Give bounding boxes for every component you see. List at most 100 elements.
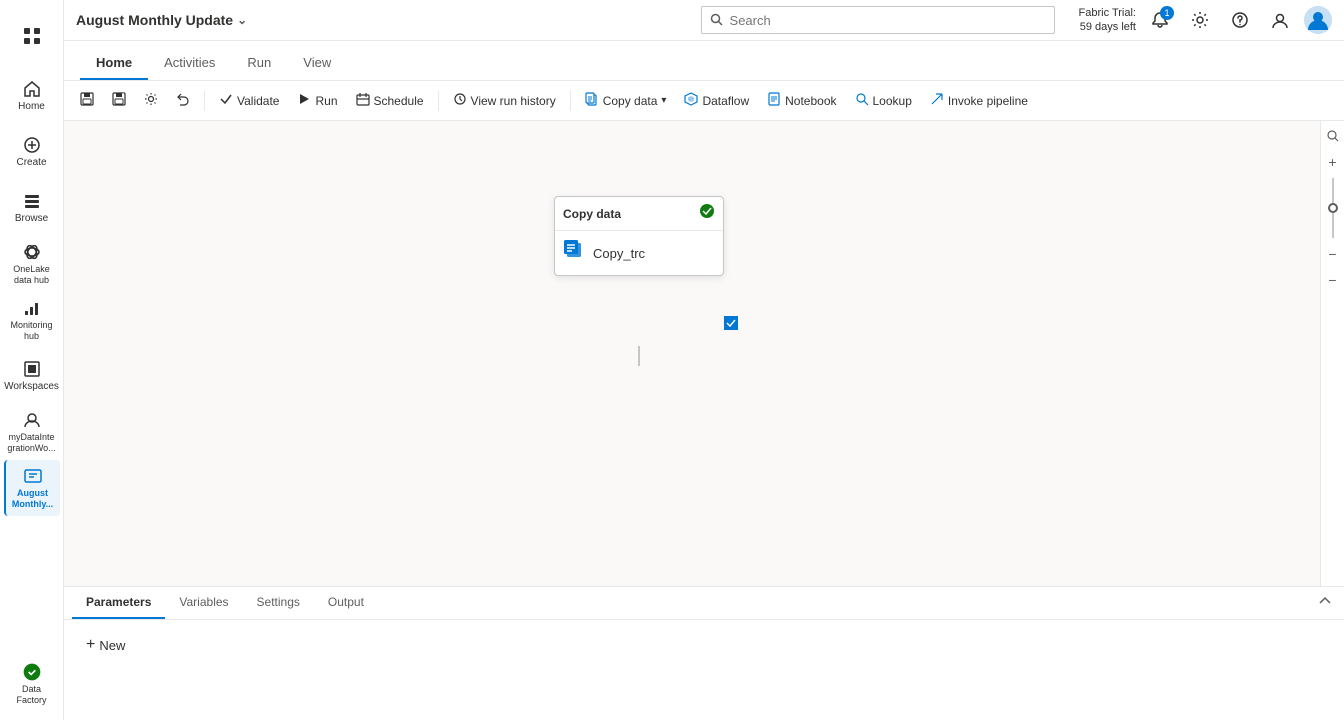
sidebar-item-mydata[interactable]: myDataIntegrationWo... — [4, 404, 60, 460]
sidebar-item-apps[interactable] — [4, 8, 60, 64]
create-icon — [22, 135, 42, 155]
tab-view[interactable]: View — [287, 47, 347, 80]
sidebar-bottom: Data Factory — [0, 656, 63, 712]
monitoring-icon — [22, 298, 42, 318]
notification-button[interactable]: 1 — [1144, 4, 1176, 36]
sidebar-item-monitoring[interactable]: Monitoringhub — [4, 292, 60, 348]
schedule-icon — [356, 92, 370, 109]
view-run-history-button[interactable]: View run history — [445, 87, 564, 115]
tab-activities[interactable]: Activities — [148, 47, 231, 80]
copy-data-icon — [585, 92, 599, 109]
canvas-area[interactable]: Copy data — [64, 121, 1344, 586]
dataflow-button[interactable]: Dataflow — [676, 87, 757, 115]
zoom-controls: + − − — [1320, 121, 1344, 586]
bottom-tab-variables[interactable]: Variables — [165, 587, 242, 619]
save-button[interactable] — [72, 87, 102, 115]
invoke-pipeline-label: Invoke pipeline — [948, 94, 1028, 108]
bottom-tabs: Parameters Variables Settings Output — [72, 587, 378, 619]
schedule-button[interactable]: Schedule — [348, 87, 432, 115]
invoke-pipeline-icon — [930, 92, 944, 109]
tab-run[interactable]: Run — [231, 47, 287, 80]
toolbar-separator-2 — [438, 91, 439, 111]
sidebar-item-datafactory[interactable]: Data Factory — [4, 656, 60, 712]
datafactory-icon — [22, 662, 42, 682]
node-selection-checkbox[interactable] — [724, 316, 738, 330]
lookup-button[interactable]: Lookup — [847, 87, 920, 115]
sidebar-onelake-label: OneLakedata hub — [13, 264, 50, 286]
toolbar-separator-1 — [204, 91, 205, 111]
notebook-icon — [767, 92, 781, 109]
bottom-panel-body: + New — [64, 620, 1344, 720]
onelake-icon — [22, 242, 42, 262]
invoke-pipeline-button[interactable]: Invoke pipeline — [922, 87, 1036, 115]
workspaces-icon — [22, 359, 42, 379]
toolbar: Validate Run Schedule — [64, 81, 1344, 121]
zoom-minus-button[interactable]: − — [1323, 244, 1343, 264]
new-parameter-button[interactable]: + New — [80, 632, 131, 658]
saveas-button[interactable] — [104, 87, 134, 115]
app-title-area: August Monthly Update ⌄ — [76, 12, 247, 28]
sidebar-item-browse[interactable]: Browse — [4, 180, 60, 236]
copy-data-dropdown-icon: ▾ — [661, 95, 666, 106]
tab-home[interactable]: Home — [80, 47, 148, 80]
sidebar-monitoring-label: Monitoringhub — [10, 320, 52, 342]
validate-icon — [219, 92, 233, 109]
zoom-slider-thumb — [1328, 203, 1338, 213]
august-pipeline-icon — [23, 466, 43, 486]
topbar: August Monthly Update ⌄ Fabric Trial: 59… — [64, 0, 1344, 41]
help-button[interactable] — [1224, 4, 1256, 36]
canvas-bottom-wrapper: Copy data — [64, 121, 1344, 720]
pipeline-node-copy-data[interactable]: Copy data — [554, 196, 724, 276]
sidebar-item-workspaces[interactable]: Workspaces — [4, 348, 60, 404]
avatar[interactable] — [1304, 6, 1332, 34]
toolbar-settings-button[interactable] — [136, 87, 166, 115]
bottom-tab-parameters[interactable]: Parameters — [72, 587, 165, 619]
sidebar-item-august[interactable]: AugustMonthly... — [4, 460, 60, 516]
zoom-search-icon[interactable] — [1326, 129, 1340, 146]
zoom-slider[interactable] — [1332, 178, 1334, 238]
saveas-icon — [112, 92, 126, 109]
fabric-trial-line2: 59 days left — [1079, 20, 1136, 34]
zoom-reset-button[interactable]: − — [1323, 270, 1343, 290]
dataflow-icon — [684, 92, 698, 109]
fabric-trial-info: Fabric Trial: 59 days left — [1079, 6, 1136, 35]
settings-button[interactable] — [1184, 4, 1216, 36]
search-bar[interactable] — [701, 6, 1055, 34]
copy-data-label: Copy data — [603, 94, 658, 108]
toolbar-settings-icon — [144, 92, 158, 109]
bottom-panel-collapse-button[interactable] — [1314, 590, 1336, 617]
sidebar-item-create[interactable]: Create — [4, 124, 60, 180]
bottom-tab-output[interactable]: Output — [314, 587, 378, 619]
sidebar-item-onelake[interactable]: OneLakedata hub — [4, 236, 60, 292]
main-content: August Monthly Update ⌄ Fabric Trial: 59… — [64, 0, 1344, 720]
user-profile-button[interactable] — [1264, 4, 1296, 36]
save-icon — [80, 92, 94, 109]
bottom-tab-settings[interactable]: Settings — [243, 587, 314, 619]
notebook-label: Notebook — [785, 94, 836, 108]
search-input[interactable] — [730, 13, 1046, 28]
pipeline-node-header: Copy data — [555, 197, 723, 231]
notebook-button[interactable]: Notebook — [759, 87, 844, 115]
sidebar-item-home[interactable]: Home — [4, 68, 60, 124]
toolbar-separator-3 — [570, 91, 571, 111]
fabric-trial-line1: Fabric Trial: — [1079, 6, 1136, 20]
copy-data-button[interactable]: Copy data ▾ — [577, 87, 675, 115]
undo-button[interactable] — [168, 87, 198, 115]
zoom-plus-button[interactable]: + — [1323, 152, 1343, 172]
user-icon — [1271, 11, 1289, 29]
pipeline-node-body: Copy_trc — [555, 231, 723, 275]
sidebar-datafactory-label: Data Factory — [8, 684, 56, 706]
home-icon — [22, 79, 42, 99]
pipeline-node-item-name: Copy_trc — [593, 246, 645, 261]
lookup-label: Lookup — [873, 94, 912, 108]
pipeline-node-title: Copy data — [563, 207, 621, 221]
new-label: New — [99, 638, 125, 653]
title-chevron[interactable]: ⌄ — [237, 13, 247, 27]
search-icon — [710, 13, 724, 27]
validate-button[interactable]: Validate — [211, 87, 287, 115]
help-icon — [1231, 11, 1249, 29]
run-button[interactable]: Run — [289, 87, 345, 115]
bottom-panel: Parameters Variables Settings Output + N… — [64, 586, 1344, 720]
topbar-right: Fabric Trial: 59 days left 1 — [1079, 4, 1332, 36]
sidebar-create-label: Create — [16, 157, 46, 169]
